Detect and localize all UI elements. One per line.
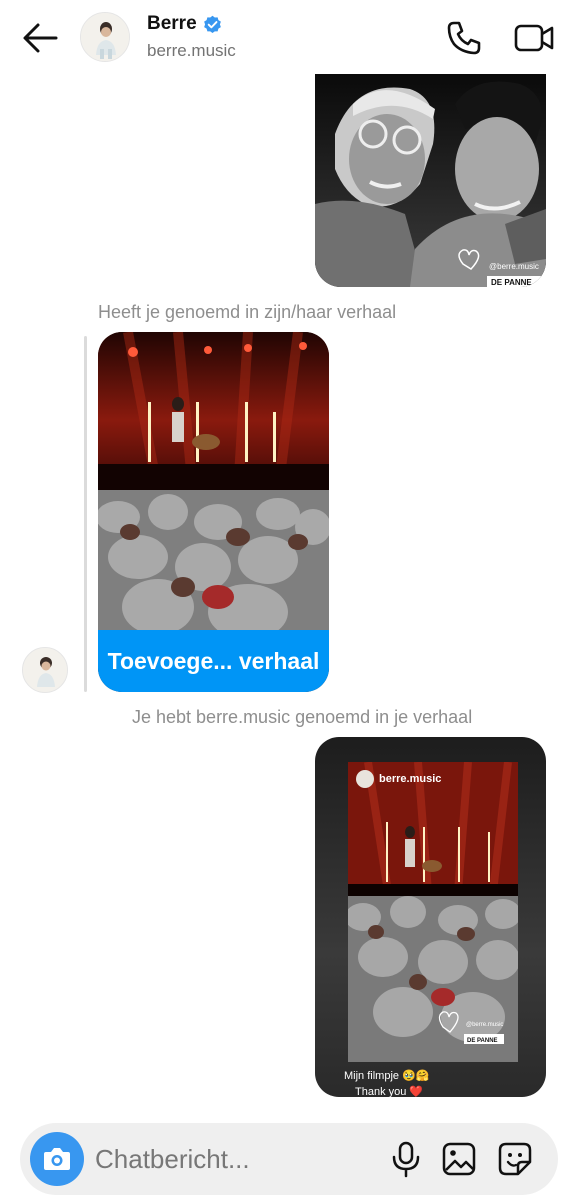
video-call-button[interactable] (512, 18, 556, 58)
add-to-story-button[interactable]: Toevoege... verhaal (98, 630, 329, 692)
arrow-left-icon (23, 23, 58, 53)
story-author-avatar (356, 770, 374, 788)
story-frame: @berre.music DE PANNE berre.music (348, 762, 518, 1062)
reply-quote-bar (84, 336, 87, 692)
mention-notice: Heeft je genoemd in zijn/haar verhaal (98, 302, 397, 322)
story-caption-line-2: Thank you ❤️ (355, 1086, 424, 1097)
story-author-name: berre.music (379, 773, 442, 785)
story-reply-photo[interactable]: @berre.music DE PANNE (315, 74, 546, 287)
own-story-location-tag: DE PANNE (467, 1038, 498, 1044)
own-story-share[interactable]: @berre.music DE PANNE berre.music Mijn f… (315, 737, 546, 1097)
phone-icon (447, 21, 481, 55)
profile-avatar[interactable] (80, 12, 130, 62)
verified-badge-icon (203, 15, 221, 33)
contact-name-text: Berre (147, 13, 197, 34)
sticker-button[interactable] (496, 1140, 534, 1178)
own-story-handle-tag: @berre.music (466, 1022, 503, 1028)
story-location-tag: DE PANNE (491, 278, 532, 287)
story-author-chip: berre.music (356, 770, 441, 788)
back-button[interactable] (20, 20, 60, 56)
voice-message-button[interactable] (388, 1140, 424, 1178)
microphone-icon (392, 1141, 420, 1178)
contact-name[interactable]: Berre (147, 13, 222, 35)
camera-button[interactable] (30, 1132, 84, 1186)
contact-username: berre.music (147, 41, 236, 60)
sender-avatar[interactable] (22, 647, 68, 693)
mentioned-story-preview[interactable]: Toevoege... verhaal (98, 332, 329, 692)
sticker-icon (498, 1142, 532, 1176)
chat-header: Berre berre.music (0, 0, 568, 74)
story-handle-tag: @berre.music (489, 262, 539, 271)
image-icon (442, 1142, 476, 1176)
gallery-button[interactable] (440, 1140, 478, 1178)
video-camera-icon (514, 24, 554, 52)
mentioned-notice: Je hebt berre.music genoemd in je verhaa… (132, 707, 473, 727)
message-composer (20, 1123, 558, 1195)
message-input[interactable] (95, 1141, 375, 1177)
audio-call-button[interactable] (444, 18, 484, 58)
story-caption-line-1: Mijn filmpje 🥹🤗 (344, 1070, 430, 1082)
camera-icon (44, 1148, 70, 1170)
